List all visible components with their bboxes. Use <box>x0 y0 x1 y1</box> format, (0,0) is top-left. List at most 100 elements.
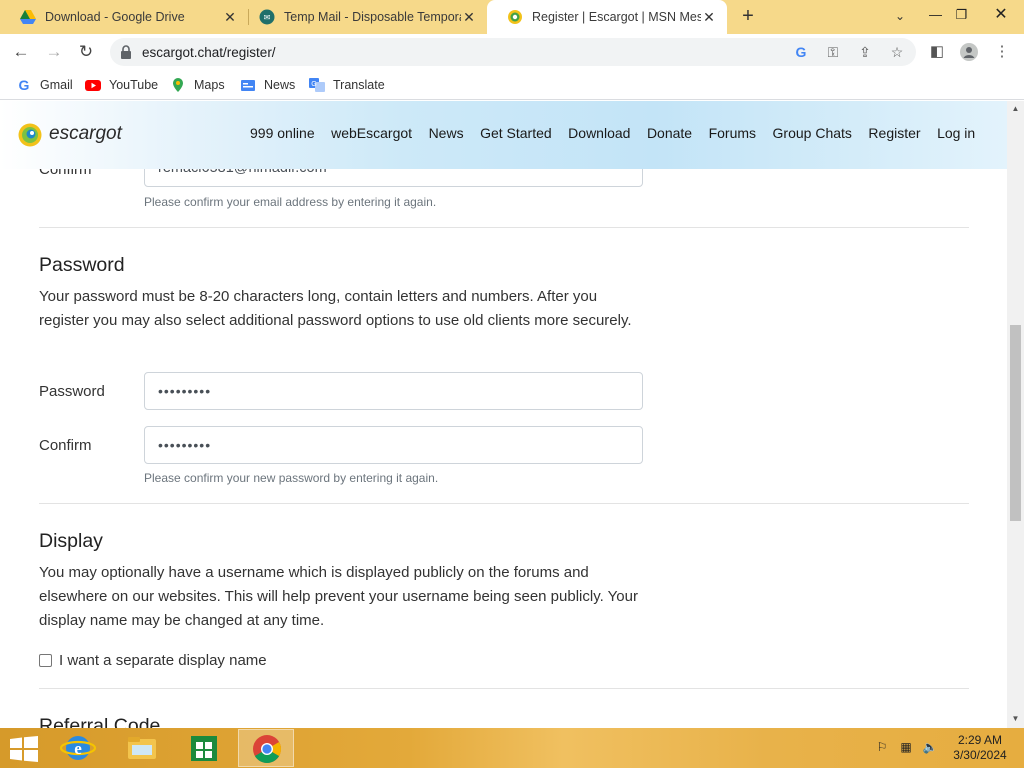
site-logo-text[interactable]: escargot <box>49 123 122 145</box>
tab-google-drive[interactable]: Download - Google Drive ✕ <box>0 0 248 34</box>
password-heading: Password <box>39 254 125 276</box>
share-icon[interactable]: ⇪ <box>856 43 874 61</box>
chrome-icon <box>253 735 281 763</box>
tab-title: Register | Escargot | MSN Messe <box>532 10 701 24</box>
referral-code-heading: Referral Code <box>39 715 161 728</box>
close-tab-icon[interactable]: ✕ <box>461 9 477 26</box>
svg-text:G: G <box>19 77 30 93</box>
profile-avatar-icon[interactable] <box>960 43 978 61</box>
close-tab-icon[interactable]: ✕ <box>222 9 238 26</box>
scroll-up-arrow-icon[interactable]: ▲ <box>1010 103 1021 115</box>
nav-register[interactable]: Register <box>868 125 920 141</box>
bookmark-label: Translate <box>333 78 385 92</box>
nav-webescargot[interactable]: webEscargot <box>331 125 412 141</box>
email-confirm-help: Please confirm your email address by ent… <box>144 195 437 209</box>
reload-button[interactable]: ↻ <box>73 39 99 65</box>
close-window-button[interactable]: ✕ <box>978 0 1024 30</box>
separate-display-name-checkbox[interactable]: I want a separate display name <box>39 652 267 669</box>
clock-date: 3/30/2024 <box>953 748 1007 762</box>
escargot-icon <box>508 10 522 24</box>
site-navbar: escargot 999 online webEscargot News Get… <box>0 101 1007 169</box>
close-tab-icon[interactable]: ✕ <box>701 9 717 26</box>
google-drive-icon <box>20 10 36 24</box>
tab-register-escargot[interactable]: Register | Escargot | MSN Messe ✕ <box>487 0 727 34</box>
tempmail-icon: ✉ <box>259 9 275 25</box>
nav-get-started[interactable]: Get Started <box>480 125 552 141</box>
network-icon[interactable]: ▦ <box>898 740 914 756</box>
side-panel-icon[interactable]: ◧ <box>928 43 946 61</box>
section-divider <box>39 688 969 689</box>
forward-button[interactable]: → <box>41 39 67 65</box>
bookmark-label: News <box>264 78 296 92</box>
section-divider <box>39 227 969 228</box>
scrollbar-thumb[interactable] <box>1010 325 1021 521</box>
translate-icon: G <box>309 78 325 92</box>
address-bar[interactable]: escargot.chat/register/ G ⚿ ⇪ ☆ <box>110 38 916 66</box>
svg-text:✉: ✉ <box>264 13 271 22</box>
bookmark-translate[interactable]: G Translate <box>309 76 385 94</box>
tab-title: Temp Mail - Disposable Tempora <box>284 10 461 24</box>
url-text: escargot.chat/register/ <box>142 45 276 60</box>
folder-icon <box>128 737 156 759</box>
action-center-flag-icon[interactable]: ⚐ <box>874 740 890 756</box>
nav-donate[interactable]: Donate <box>647 125 692 141</box>
password-confirm-help: Please confirm your new password by ente… <box>144 471 439 485</box>
google-icon: G <box>19 77 30 93</box>
taskbar-internet-explorer[interactable]: e <box>50 729 106 767</box>
nav-download[interactable]: Download <box>568 125 630 141</box>
nav-group-chats[interactable]: Group Chats <box>773 125 852 141</box>
bookmarks-bar: G Gmail YouTube Maps News G Translate <box>0 70 1024 100</box>
password-label: Password <box>39 383 105 400</box>
restore-button[interactable]: ❐ <box>945 0 978 30</box>
bookmark-star-icon[interactable]: ☆ <box>888 43 906 61</box>
taskbar-file-explorer[interactable] <box>114 729 170 767</box>
tab-title: Download - Google Drive <box>45 10 185 24</box>
browser-toolbar: ← → ↻ escargot.chat/register/ G ⚿ ⇪ ☆ ◧ … <box>0 34 1024 70</box>
bookmark-gmail[interactable]: G Gmail <box>16 76 73 94</box>
page-viewport: escargot 999 online webEscargot News Get… <box>0 101 1007 728</box>
system-clock[interactable]: 2:29 AM 3/30/2024 <box>948 733 1012 763</box>
volume-muted-icon[interactable]: 🔈 <box>922 740 938 756</box>
nav-forums[interactable]: Forums <box>709 125 756 141</box>
password-field[interactable]: ••••••••• <box>144 372 643 410</box>
scroll-down-arrow-icon[interactable]: ▼ <box>1010 713 1021 725</box>
checkbox-label[interactable]: I want a separate display name <box>59 652 267 669</box>
taskbar-chrome[interactable] <box>238 729 294 767</box>
section-divider <box>39 503 969 504</box>
menu-kebab-icon[interactable]: ⋮ <box>993 43 1011 61</box>
display-description: You may optionally have a username which… <box>39 564 638 629</box>
youtube-icon <box>85 80 101 91</box>
key-icon[interactable]: ⚿ <box>824 43 842 61</box>
display-heading: Display <box>39 530 103 552</box>
lock-icon <box>121 45 131 59</box>
escargot-logo-icon[interactable] <box>18 121 42 149</box>
news-icon <box>241 80 255 91</box>
internet-explorer-icon: e <box>59 736 97 760</box>
password-confirm-label: Confirm <box>39 437 92 454</box>
bookmark-label: Gmail <box>40 78 73 92</box>
clock-time: 2:29 AM <box>957 733 1003 747</box>
password-confirm-field[interactable]: ••••••••• <box>144 426 643 464</box>
back-button[interactable]: ← <box>8 39 34 65</box>
windows-start-icon[interactable] <box>10 736 38 762</box>
nav-log-in[interactable]: Log in <box>937 125 975 141</box>
tab-search-chevron-icon[interactable]: ⌄ <box>890 6 910 26</box>
bookmark-maps[interactable]: Maps <box>170 76 225 94</box>
google-lens-icon[interactable]: G <box>792 43 810 61</box>
taskbar-store[interactable] <box>176 729 232 767</box>
nav-online-count[interactable]: 999 online <box>250 125 315 141</box>
page-scrollbar[interactable]: ▲ ▼ <box>1007 101 1024 728</box>
checkbox-box[interactable] <box>39 654 52 667</box>
tab-strip: Download - Google Drive ✕ ✉ Temp Mail - … <box>0 0 1024 34</box>
windows-taskbar: e ⚐ ▦ 🔈 2:29 AM 3/30/2024 <box>0 728 1024 768</box>
tab-temp-mail[interactable]: ✉ Temp Mail - Disposable Tempora ✕ <box>239 0 487 34</box>
new-tab-button[interactable]: + <box>737 5 759 27</box>
nav-news[interactable]: News <box>429 125 464 141</box>
svg-text:G: G <box>311 81 316 88</box>
password-description: Your password must be 8-20 characters lo… <box>39 288 632 329</box>
bookmark-news[interactable]: News <box>240 76 295 94</box>
bookmark-youtube[interactable]: YouTube <box>85 76 158 94</box>
site-nav-links: 999 online webEscargot News Get Started … <box>250 125 992 141</box>
svg-text:e: e <box>74 739 82 758</box>
bookmark-label: YouTube <box>109 78 159 92</box>
